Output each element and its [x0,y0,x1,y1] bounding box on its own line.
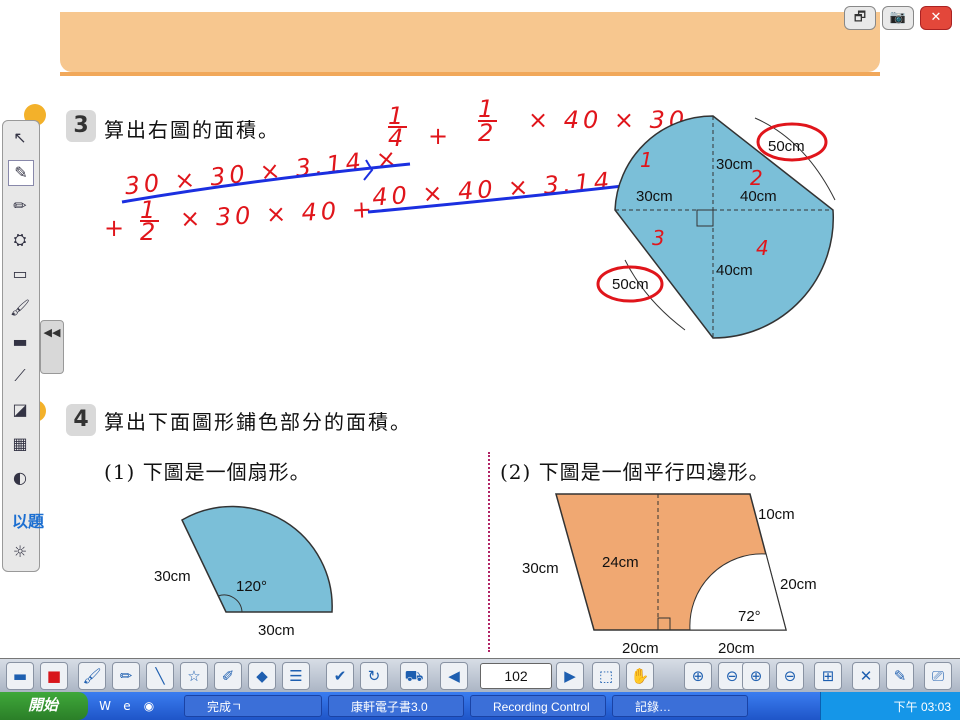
region-mark: 2 [750,166,767,190]
pen-tool-icon[interactable]: ✎ [8,160,34,186]
sector-base-label: 30cm [258,622,295,639]
column-divider [488,452,490,652]
region-mark: 4 [756,236,773,260]
parallelogram-bottomleft-label: 20cm [622,640,659,657]
media-tool-icon[interactable]: ◐ [8,466,32,490]
fill-tool-icon[interactable]: 🖌 [8,296,32,320]
marker-icon[interactable]: ✐ [214,662,242,690]
parallelogram-right-label: 20cm [780,576,817,593]
zoom-in-icon[interactable]: ⊕ [684,662,712,690]
chrome-icon[interactable]: ◉ [140,697,158,715]
check-icon[interactable]: ✔ [326,662,354,690]
rectangle-tool-icon[interactable]: ▬ [8,330,32,354]
region-mark: 3 [652,226,669,250]
clear-icon[interactable]: ✕ [852,662,880,690]
question-text: 算出下面圖形鋪色部分的面積。 [104,410,412,434]
ie-icon[interactable]: e [118,697,136,715]
draw-icon[interactable]: ✎ [886,662,914,690]
page-banner [60,12,880,72]
question-number: 4 [66,404,96,436]
system-tray: 下午 03:03 [820,692,960,720]
brand-label: 以題 [12,512,45,531]
zoom-in-icon[interactable]: ⊕ [742,662,770,690]
start-button[interactable]: 開始 [0,692,88,720]
banner-divider [60,72,880,76]
question-number: 3 [66,110,96,142]
previous-page-button[interactable]: ◀ [440,662,468,690]
region-mark: 1 [640,148,657,172]
parallelogram-bottomright-label: 20cm [718,640,755,657]
settings-tool-icon[interactable]: ☼ [8,540,32,564]
sector-angle-label: 120° [236,578,268,595]
line-icon[interactable]: ╲ [146,662,174,690]
exit-icon[interactable]: ⎚ [924,662,952,690]
parallelogram-angle-label: 72° [738,608,761,625]
truck-icon[interactable]: ⛟ [400,662,428,690]
handwriting-fraction: 1 2 [478,95,498,147]
next-page-button[interactable]: ▶ [556,662,584,690]
parallelogram-left-label: 30cm [522,560,559,577]
taskbar-item[interactable]: Recording Control [470,695,606,717]
pencil-icon[interactable]: ✏ [112,662,140,690]
taskbar: 開始 W e ◉ 完成ㄱ 康軒電子書3.0 Recording Control … [0,692,960,720]
ink-annotations [121,159,641,214]
eraser-icon[interactable]: ◆ [248,662,276,690]
hand-icon[interactable]: ✋ [626,662,654,690]
start-label: 開始 [28,697,59,714]
camera-button[interactable]: 📷 [882,6,914,30]
pencil-tool-icon[interactable]: ✏ [8,194,32,218]
parallelogram-height-label: 24cm [602,554,639,571]
brush-icon[interactable]: 🖌 [78,662,106,690]
star-icon[interactable]: ☆ [180,662,208,690]
line-tool-icon[interactable]: ⟋ [8,364,32,388]
taskbar-item[interactable]: 記錄… [612,695,748,717]
trash-icon[interactable]: ☰ [282,662,310,690]
red-circles [596,122,828,303]
sector-side-label: 30cm [154,568,191,585]
taskbar-item[interactable]: 康軒電子書3.0 [328,695,464,717]
subquestion-1: (1) 下圖是一個扇形。 [104,460,311,484]
taskbar-item[interactable]: 完成ㄱ [184,695,322,717]
parallelogram-topright-label: 10cm [758,506,795,523]
minus-icon[interactable]: ▬ [6,662,34,690]
question-text: 算出右圖的面積。 [104,118,280,142]
clock[interactable]: 下午 03:03 [894,698,951,715]
restore-button[interactable]: 🗗 [844,6,876,30]
page-number-input[interactable]: 102 [480,663,552,689]
word-icon[interactable]: W [96,697,114,715]
fit-page-icon[interactable]: ⊞ [814,662,842,690]
pointer-tool-icon[interactable]: ↖ [8,126,32,150]
color-swatch-icon[interactable]: ■ [40,662,68,690]
zoom-out-icon[interactable]: ⊖ [776,662,804,690]
sector-figure [181,505,333,613]
shape-tool-icon[interactable]: ◪ [8,398,32,422]
grid-tool-icon[interactable]: ▦ [8,432,32,456]
stamp-tool-icon[interactable]: ⛭ [8,228,32,252]
redo-icon[interactable]: ↻ [360,662,388,690]
subquestion-2: (2) 下圖是一個平行四邊形。 [500,460,770,484]
eraser-tool-icon[interactable]: ▭ [8,262,32,286]
select-icon[interactable]: ⬚ [592,662,620,690]
collapse-toolbar-button[interactable]: ◀◀ [40,320,64,374]
close-button[interactable]: ✕ [920,6,952,30]
